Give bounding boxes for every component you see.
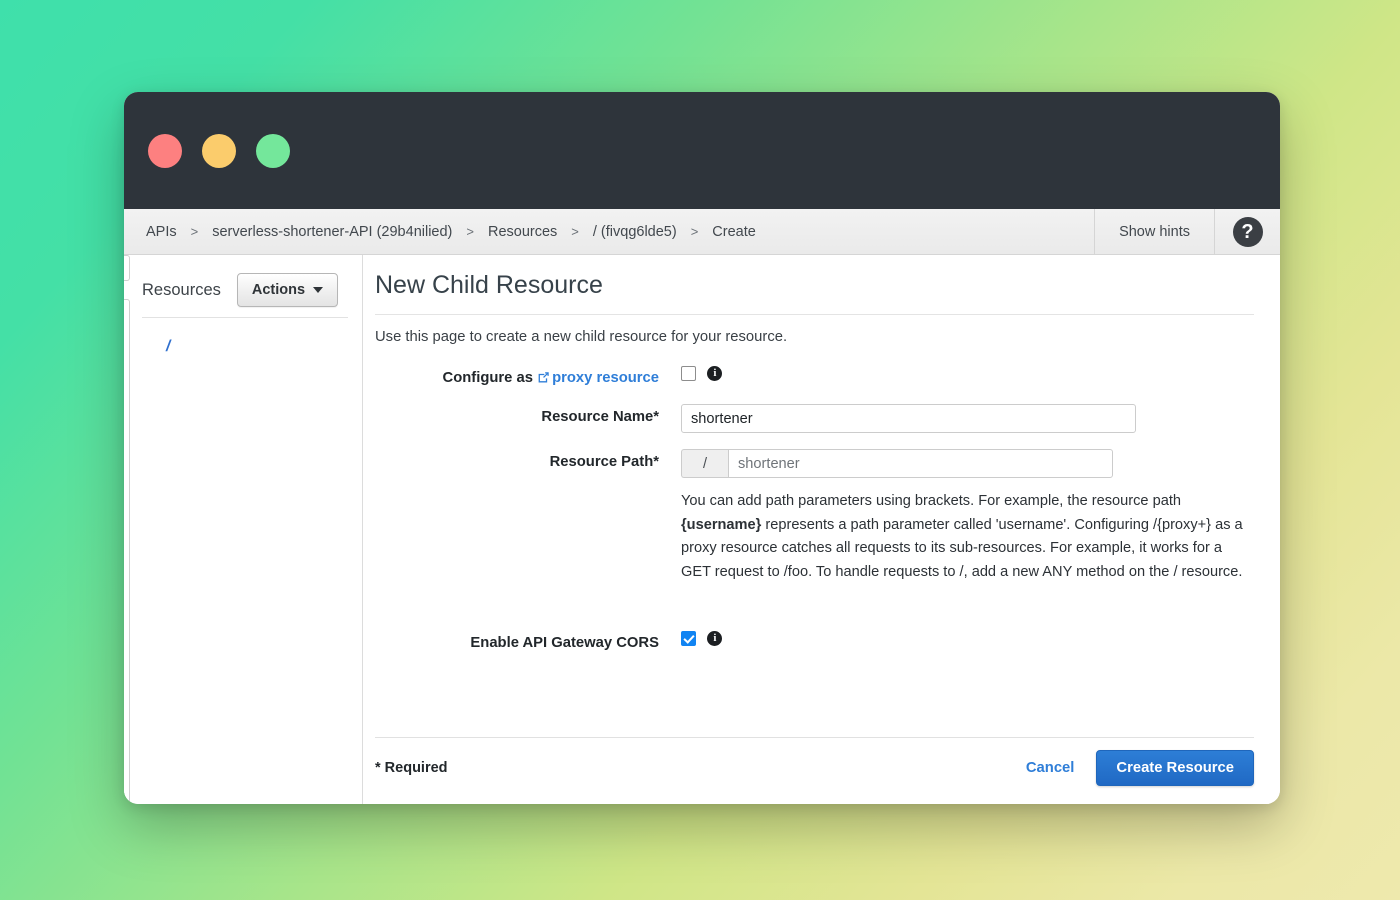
info-icon[interactable]: i [707, 631, 722, 646]
breadcrumb: APIs > serverless-shortener-API (29b4nil… [124, 209, 1094, 254]
form-row-resource-name: Resource Name* [375, 404, 1254, 433]
resource-path-input[interactable] [728, 449, 1113, 478]
show-hints-label: Show hints [1119, 224, 1190, 240]
actions-button-label: Actions [252, 282, 305, 298]
content-area: Resources Actions / New Child Resource U… [124, 255, 1280, 804]
window-titlebar [124, 92, 1280, 209]
breadcrumb-separator: > [191, 224, 199, 239]
resource-name-field [681, 404, 1254, 433]
sidebar-header: Resources Actions [124, 269, 362, 311]
tree-item-root[interactable]: / [124, 334, 362, 360]
form-spacer [375, 600, 1254, 630]
maximize-button[interactable] [256, 134, 290, 168]
close-button[interactable] [148, 134, 182, 168]
question-mark-icon: ? [1233, 217, 1263, 247]
proxy-label: Configure as proxy resource [375, 365, 681, 388]
main-panel: New Child Resource Use this page to crea… [363, 255, 1280, 804]
cors-field: i [681, 630, 1254, 648]
required-note: * Required [375, 760, 448, 776]
resource-name-label: Resource Name* [375, 404, 681, 425]
proxy-resource-checkbox[interactable] [681, 366, 696, 381]
breadcrumb-item-root-resource[interactable]: / (fivqg6lde5) [579, 224, 691, 240]
sidebar-resize-handle[interactable] [124, 255, 130, 804]
chevron-down-icon [313, 287, 323, 293]
page-title: New Child Resource [375, 255, 1254, 314]
resource-path-help-text: You can add path parameters using bracke… [681, 478, 1251, 584]
resource-path-field: / You can add path parameters using brac… [681, 449, 1254, 584]
breadcrumb-item-resources[interactable]: Resources [474, 224, 571, 240]
sidebar-title: Resources [142, 281, 221, 300]
external-link-icon [537, 371, 550, 388]
page-subtitle: Use this page to create a new child reso… [375, 315, 1254, 345]
resource-name-input[interactable] [681, 404, 1136, 433]
form-footer: * Required Cancel Create Resource [375, 737, 1254, 804]
resource-tree: / [124, 318, 362, 360]
form-row-cors: Enable API Gateway CORS i [375, 630, 1254, 651]
new-child-resource-form: Configure as proxy resource i [375, 345, 1254, 667]
breadcrumb-separator: > [571, 224, 579, 239]
minimize-button[interactable] [202, 134, 236, 168]
help-button[interactable]: ? [1214, 209, 1280, 254]
path-prefix-addon: / [681, 449, 728, 478]
help-text-part1: You can add path parameters using bracke… [681, 493, 1181, 509]
proxy-resource-link[interactable]: proxy resource [552, 370, 659, 386]
info-icon[interactable]: i [707, 366, 722, 381]
create-resource-button[interactable]: Create Resource [1096, 750, 1254, 786]
cors-label: Enable API Gateway CORS [375, 630, 681, 651]
form-row-proxy: Configure as proxy resource i [375, 365, 1254, 388]
breadcrumb-item-api[interactable]: serverless-shortener-API (29b4nilied) [198, 224, 466, 240]
actions-button[interactable]: Actions [237, 273, 338, 307]
breadcrumb-item-apis[interactable]: APIs [132, 224, 191, 240]
help-text-bold: {username} [681, 517, 761, 533]
resource-path-label: Resource Path* [375, 449, 681, 470]
cancel-button[interactable]: Cancel [1026, 760, 1075, 776]
breadcrumb-bar: APIs > serverless-shortener-API (29b4nil… [124, 209, 1280, 255]
footer-divider [375, 737, 1254, 738]
resources-sidebar: Resources Actions / [124, 255, 363, 804]
breadcrumb-separator: > [691, 224, 699, 239]
resource-path-input-group: / [681, 449, 1113, 478]
enable-cors-checkbox[interactable] [681, 631, 696, 646]
browser-window: APIs > serverless-shortener-API (29b4nil… [124, 92, 1280, 804]
form-row-resource-path: Resource Path* / You can add path parame… [375, 449, 1254, 584]
show-hints-button[interactable]: Show hints [1094, 209, 1214, 254]
proxy-label-text: Configure as [443, 370, 533, 386]
proxy-field: i [681, 365, 1254, 383]
breadcrumb-item-create[interactable]: Create [698, 224, 770, 240]
breadcrumb-separator: > [466, 224, 474, 239]
help-text-part2: represents a path parameter called 'user… [681, 517, 1243, 580]
